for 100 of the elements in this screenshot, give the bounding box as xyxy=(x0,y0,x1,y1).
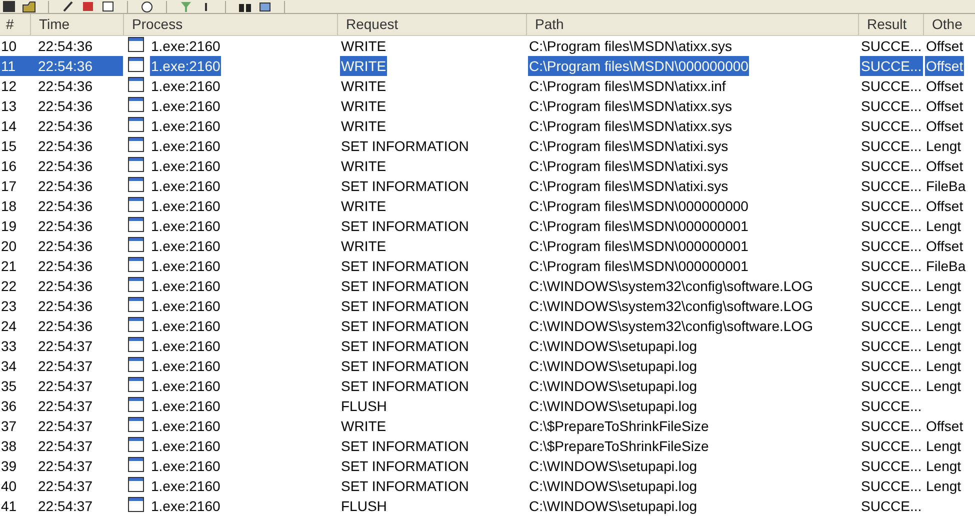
table-cell-text: WRITE xyxy=(340,157,388,176)
table-cell-text: Lengt xyxy=(925,337,962,356)
table-cell-text: C:\Program files\MSDN\atixx.inf xyxy=(528,77,727,96)
table-row[interactable]: 24 22:54:36 1.exe:2160 SET INFORMATION C:\WINDOWS\system32\config\software.LOG SUCCE... Lengt xyxy=(0,316,975,336)
table-cell-text: SUCCE... xyxy=(860,137,923,156)
table-cell-text: SUCCE... xyxy=(860,337,923,356)
table-cell-text: SUCCE... xyxy=(860,417,923,436)
table-cell-text: C:\WINDOWS\system32\config\software.LOG xyxy=(528,277,814,296)
table-row[interactable]: 15 22:54:36 1.exe:2160 SET INFORMATION C:\Program files\MSDN\atixi.sys SUCCE... Lengt xyxy=(0,136,975,156)
table-cell-text: WRITE xyxy=(340,37,388,56)
table-row[interactable]: 13 22:54:36 1.exe:2160 WRITE C:\Program files\MSDN\atixx.sys SUCCE... Offset xyxy=(0,96,975,116)
table-cell-text: 36 xyxy=(0,397,18,416)
table-cell-text: SUCCE... xyxy=(860,457,923,476)
table-cell-text: Offset xyxy=(925,197,964,216)
table-cell-text: Lengt xyxy=(925,357,962,376)
table-cell-text: Lengt xyxy=(925,297,962,316)
table-cell-text: 22:54:36 xyxy=(37,157,94,176)
column-heading[interactable]: Path xyxy=(526,14,858,35)
table-cell-text: SUCCE... xyxy=(860,237,923,256)
column-heading[interactable]: Othe xyxy=(923,14,975,35)
table-row[interactable]: 23 22:54:36 1.exe:2160 SET INFORMATION C:\WINDOWS\system32\config\software.LOG SUCCE... Lengt xyxy=(0,296,975,316)
table-cell-text: Lengt xyxy=(925,477,962,496)
table-row[interactable]: 35 22:54:37 1.exe:2160 SET INFORMATION C:\WINDOWS\setupapi.log SUCCE... Lengt xyxy=(0,376,975,396)
column-heading[interactable]: Process xyxy=(123,14,337,35)
table-cell-text: SUCCE... xyxy=(860,177,923,196)
window-icon xyxy=(128,376,144,392)
table-cell-text: SET INFORMATION xyxy=(340,317,470,336)
window-icon xyxy=(128,276,144,292)
table-cell-text: Lengt xyxy=(925,317,962,336)
table-cell-text: 1.exe:2160 xyxy=(150,437,222,456)
table-cell-text: 20 xyxy=(0,237,18,256)
table-row[interactable]: 39 22:54:37 1.exe:2160 SET INFORMATION C:\WINDOWS\setupapi.log SUCCE... Lengt xyxy=(0,456,975,476)
window-icon xyxy=(128,296,144,312)
table-cell-text: C:\Program files\MSDN\atixi.sys xyxy=(528,177,730,196)
table-cell-text: SET INFORMATION xyxy=(340,277,470,296)
table-cell-text: Offset xyxy=(925,237,964,256)
table-cell-text: 13 xyxy=(0,97,18,116)
table-cell-text: SET INFORMATION xyxy=(340,377,470,396)
table-row[interactable]: 22 22:54:36 1.exe:2160 SET INFORMATION C:\WINDOWS\system32\config\software.LOG SUCCE... Lengt xyxy=(0,276,975,296)
table-cell-text: 22:54:36 xyxy=(37,257,94,276)
table-row[interactable]: 12 22:54:36 1.exe:2160 WRITE C:\Program files\MSDN\atixx.inf SUCCE... Offset xyxy=(0,76,975,96)
table-cell-text: 22:54:37 xyxy=(37,337,94,356)
table-row[interactable]: 34 22:54:37 1.exe:2160 SET INFORMATION C:\WINDOWS\setupapi.log SUCCE... Lengt xyxy=(0,356,975,376)
table-row[interactable]: 33 22:54:37 1.exe:2160 SET INFORMATION C:\WINDOWS\setupapi.log SUCCE... Lengt xyxy=(0,336,975,356)
window-icon xyxy=(128,236,144,252)
window-icon xyxy=(128,476,144,492)
column-heading[interactable]: Time xyxy=(30,14,123,35)
table-row[interactable]: 37 22:54:37 1.exe:2160 WRITE C:\$PrepareToShrinkFileSize SUCCE... Offset xyxy=(0,416,975,436)
table-cell-text: 1.exe:2160 xyxy=(150,337,222,356)
table-cell-text: WRITE xyxy=(340,77,388,96)
column-heading[interactable]: # xyxy=(0,14,30,35)
table-cell-text: 1.exe:2160 xyxy=(150,457,222,476)
table-row[interactable]: 36 22:54:37 1.exe:2160 FLUSH C:\WINDOWS\setupapi.log SUCCE... xyxy=(0,396,975,416)
table-cell-text: 37 xyxy=(0,417,18,436)
table-cell-text: 1.exe:2160 xyxy=(150,117,222,136)
table-cell-text: C:\Program files\MSDN\000000001 xyxy=(528,217,750,236)
table-cell-text: 22:54:36 xyxy=(37,137,94,156)
table-cell-text: 15 xyxy=(0,137,18,156)
table-cell-text: SUCCE... xyxy=(860,317,923,336)
table-row[interactable]: 10 22:54:36 1.exe:2160 WRITE C:\Program files\MSDN\atixx.sys SUCCE... Offset xyxy=(0,36,975,56)
table-row[interactable]: 11 22:54:36 1.exe:2160 WRITE C:\Program files\MSDN\000000000 SUCCE... Offset xyxy=(0,56,975,76)
table-row[interactable]: 14 22:54:36 1.exe:2160 WRITE C:\Program files\MSDN\atixx.sys SUCCE... Offset xyxy=(0,116,975,136)
table-cell-text: SUCCE... xyxy=(860,497,923,516)
table-cell-text: C:\WINDOWS\setupapi.log xyxy=(528,397,698,416)
column-heading[interactable]: Result xyxy=(858,14,923,35)
table-cell-text: SET INFORMATION xyxy=(340,357,470,376)
table-cell-text: SUCCE... xyxy=(860,77,923,96)
table-row[interactable]: 38 22:54:37 1.exe:2160 SET INFORMATION C:\$PrepareToShrinkFileSize SUCCE... Lengt xyxy=(0,436,975,456)
table-cell-text: 1.exe:2160 xyxy=(150,297,222,316)
window-icon xyxy=(128,196,144,212)
window-icon xyxy=(128,116,144,132)
table-cell-text: SET INFORMATION xyxy=(340,217,470,236)
table-cell-text: C:\Program files\MSDN\000000001 xyxy=(528,257,750,276)
window-icon xyxy=(128,256,144,272)
table-row[interactable]: 17 22:54:36 1.exe:2160 SET INFORMATION C:\Program files\MSDN\atixi.sys SUCCE... FileBa xyxy=(0,176,975,196)
table-cell-text: C:\WINDOWS\setupapi.log xyxy=(528,357,698,376)
table-row[interactable]: 21 22:54:36 1.exe:2160 SET INFORMATION C:\Program files\MSDN\000000001 SUCCE... FileBa xyxy=(0,256,975,276)
table-row[interactable]: 41 22:54:37 1.exe:2160 FLUSH C:\WINDOWS\setupapi.log SUCCE... xyxy=(0,496,975,516)
table-row[interactable]: 19 22:54:36 1.exe:2160 SET INFORMATION C:\Program files\MSDN\000000001 SUCCE... Lengt xyxy=(0,216,975,236)
table-cell-text: SET INFORMATION xyxy=(340,177,470,196)
table-row[interactable]: 18 22:54:36 1.exe:2160 WRITE C:\Program files\MSDN\000000000 SUCCE... Offset xyxy=(0,196,975,216)
table-cell-text: 22:54:36 xyxy=(37,197,94,216)
table-cell-text: SUCCE... xyxy=(860,477,923,496)
table-cell-text: SUCCE... xyxy=(860,377,923,396)
table-row[interactable]: 40 22:54:37 1.exe:2160 SET INFORMATION C:\WINDOWS\setupapi.log SUCCE... Lengt xyxy=(0,476,975,496)
table-cell-text: C:\Program files\MSDN\atixx.sys xyxy=(528,97,734,116)
column-heading[interactable]: Request xyxy=(337,14,526,35)
table-cell-text: Offset xyxy=(925,417,964,436)
table-cell: C:\Program files\MSDN\000000000 xyxy=(528,56,750,76)
table-cell-text: FileBa xyxy=(925,177,967,196)
table-cell-text: SUCCE... xyxy=(860,37,923,56)
table-cell-text: SET INFORMATION xyxy=(340,297,470,316)
table-cell-text: 1.exe:2160 xyxy=(150,497,222,516)
table-cell-text: 1.exe:2160 xyxy=(150,177,222,196)
table-cell-text: FileBa xyxy=(925,257,967,276)
table-row[interactable]: 16 22:54:36 1.exe:2160 WRITE C:\Program files\MSDN\atixi.sys SUCCE... Offset xyxy=(0,156,975,176)
table-cell-text: 17 xyxy=(0,177,18,196)
table-cell-text: 1.exe:2160 xyxy=(150,37,222,56)
window-icon xyxy=(128,336,144,352)
table-row[interactable]: 20 22:54:36 1.exe:2160 WRITE C:\Program files\MSDN\000000001 SUCCE... Offset xyxy=(0,236,975,256)
